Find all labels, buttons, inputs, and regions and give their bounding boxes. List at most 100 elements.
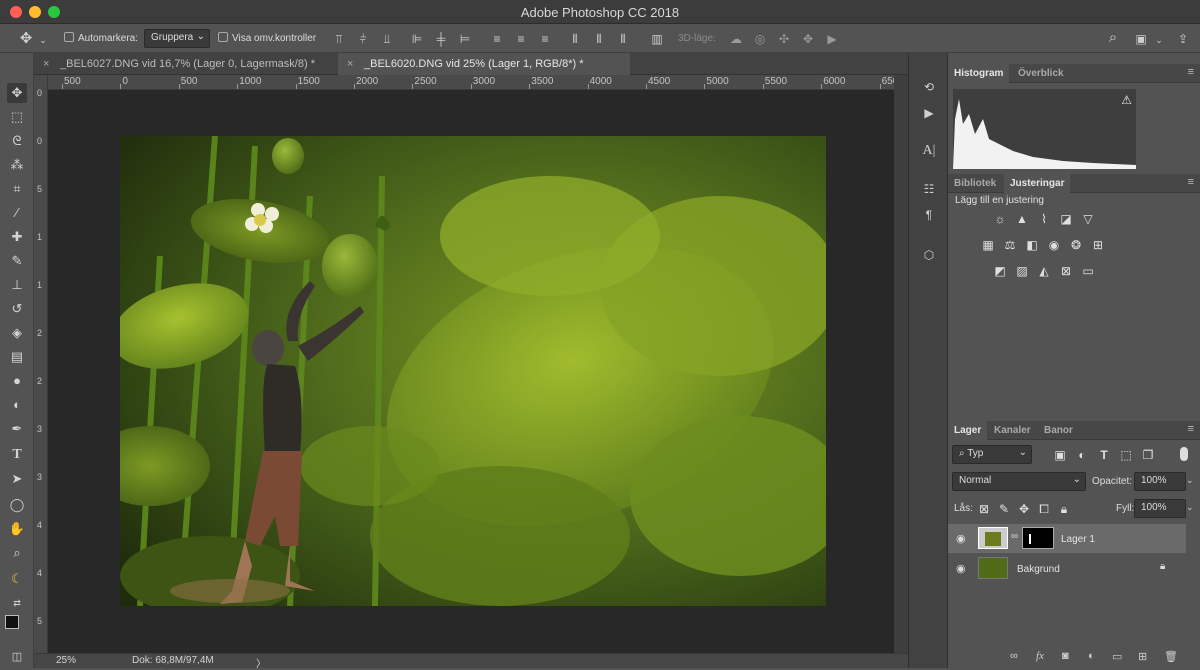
filter-smart-icon[interactable]: ❐: [1140, 447, 1156, 463]
dodge-tool-icon[interactable]: ◐: [7, 395, 27, 415]
share-icon[interactable]: ⇪: [1174, 31, 1192, 47]
chevron-down-icon[interactable]: ⌄: [1186, 475, 1194, 486]
chevron-down-icon[interactable]: ⌄: [1154, 32, 1164, 48]
invert-icon[interactable]: ◩: [992, 263, 1008, 279]
chevron-down-icon[interactable]: ⌄: [38, 32, 48, 48]
new-layer-icon[interactable]: ⊞: [1138, 650, 1147, 663]
eye-icon[interactable]: ◉: [956, 532, 966, 545]
move-tool-icon[interactable]: ✥: [7, 83, 27, 103]
hand-tool-icon[interactable]: ✋: [7, 519, 27, 539]
filter-toggle[interactable]: [1180, 447, 1188, 461]
align-right-icon[interactable]: ⊨: [458, 31, 472, 47]
distribute-bottom-icon[interactable]: ≡: [538, 31, 552, 47]
lock-position-icon[interactable]: ✥: [1016, 501, 1032, 517]
lock-all-icon[interactable]: 🔒︎: [1056, 501, 1072, 517]
distribute-right-icon[interactable]: ⦀: [616, 31, 630, 47]
align-hcenter-icon[interactable]: ╪: [434, 31, 448, 47]
properties-icon[interactable]: ☷: [921, 181, 937, 197]
add-mask-icon[interactable]: ◙: [1062, 650, 1069, 662]
align-bottom-icon[interactable]: ⫫: [380, 31, 394, 47]
paragraph-icon[interactable]: ¶: [921, 207, 937, 223]
lock-transparent-icon[interactable]: ⊠: [976, 501, 992, 517]
fill-input[interactable]: 100%: [1134, 499, 1186, 518]
move-tool-icon[interactable]: ✥: [16, 31, 36, 47]
lock-artboard-icon[interactable]: ⧠: [1036, 501, 1052, 517]
eye-icon[interactable]: ◉: [956, 562, 966, 575]
search-icon[interactable]: ⌕: [1104, 30, 1122, 46]
swap-colors-icon[interactable]: ⇄: [7, 593, 27, 613]
warning-icon[interactable]: ⚠: [1121, 93, 1132, 107]
filter-adjust-icon[interactable]: ◐: [1074, 447, 1090, 463]
crop-tool-icon[interactable]: ⌗: [7, 179, 27, 199]
vibrance-icon[interactable]: ▽: [1080, 211, 1096, 227]
tab-lager[interactable]: Lager: [948, 421, 988, 440]
character-icon[interactable]: A|: [921, 143, 937, 159]
zoom-level[interactable]: 25%: [56, 655, 76, 666]
drag-3d-icon[interactable]: ✣: [776, 31, 792, 47]
black-white-icon[interactable]: ◧: [1024, 237, 1040, 253]
3d-cube-icon[interactable]: ⬡: [921, 247, 937, 263]
gradient-map-icon[interactable]: ▭: [1080, 263, 1096, 279]
chain-link-icon[interactable]: ∞: [1011, 531, 1018, 542]
threshold-icon[interactable]: ◭: [1036, 263, 1052, 279]
tab-banor[interactable]: Banor: [1038, 421, 1079, 440]
tab-bel6020[interactable]: × _BEL6020.DNG vid 25% (Lager 1, RGB/8*)…: [338, 53, 630, 75]
scale-3d-icon[interactable]: ▶: [824, 31, 840, 47]
quick-mask-icon[interactable]: ◫: [7, 647, 27, 667]
tab-bibliotek[interactable]: Bibliotek: [948, 174, 1002, 193]
auto-align-icon[interactable]: ▥: [650, 31, 664, 47]
exposure-icon[interactable]: ◪: [1058, 211, 1074, 227]
document-image[interactable]: [120, 136, 826, 606]
opacity-input[interactable]: 100%: [1134, 472, 1186, 491]
slide-3d-icon[interactable]: ✥: [800, 31, 816, 47]
magic-wand-tool-icon[interactable]: ⁂: [7, 155, 27, 175]
close-icon[interactable]: ×: [347, 53, 353, 75]
healing-brush-tool-icon[interactable]: ✚: [7, 227, 27, 247]
levels-icon[interactable]: ▲: [1014, 211, 1030, 227]
panel-menu-icon[interactable]: ≡: [1188, 66, 1194, 78]
marquee-tool-icon[interactable]: ⬚: [7, 107, 27, 127]
brush-tool-icon[interactable]: ✎: [7, 251, 27, 271]
tab-bel6027[interactable]: × _BEL6027.DNG vid 16,7% (Lager 0, Lager…: [34, 53, 338, 75]
visa-checkbox[interactable]: Visa omv.kontroller: [218, 30, 316, 47]
clone-stamp-tool-icon[interactable]: ⊥: [7, 275, 27, 295]
lock-image-icon[interactable]: ✎: [996, 501, 1012, 517]
eraser-tool-icon[interactable]: ◈: [7, 323, 27, 343]
orbit-3d-icon[interactable]: ☁: [728, 31, 744, 47]
ellipse-tool-icon[interactable]: ◯: [7, 495, 27, 515]
layer-filter-select[interactable]: ⌕ Typ ⌄: [952, 445, 1032, 464]
history-icon[interactable]: ⟲: [921, 79, 937, 95]
tab-kanaler[interactable]: Kanaler: [988, 421, 1037, 440]
distribute-left-icon[interactable]: ⦀: [568, 31, 582, 47]
curves-icon[interactable]: ⌇: [1036, 211, 1052, 227]
tab-justeringar[interactable]: Justeringar: [1004, 174, 1071, 193]
new-adjustment-icon[interactable]: ◐: [1088, 650, 1095, 662]
pen-tool-icon[interactable]: ✒: [7, 419, 27, 439]
workspace-icon[interactable]: ▣: [1132, 31, 1150, 47]
align-vcenter-icon[interactable]: ⫩: [356, 31, 370, 47]
align-left-icon[interactable]: ⊫: [410, 31, 424, 47]
distribute-top-icon[interactable]: ≡: [490, 31, 504, 47]
close-icon[interactable]: ×: [43, 53, 49, 75]
filter-type-icon[interactable]: T: [1096, 447, 1112, 463]
trash-icon[interactable]: 🗑︎: [1164, 650, 1178, 663]
banana-icon[interactable]: ☾: [7, 569, 27, 589]
blur-tool-icon[interactable]: ●: [7, 371, 27, 391]
foreground-color-swatch[interactable]: [5, 615, 19, 629]
filter-pixel-icon[interactable]: ▣: [1052, 447, 1068, 463]
blend-mode-select[interactable]: Normal ⌄: [952, 472, 1086, 491]
history-brush-tool-icon[interactable]: ↺: [7, 299, 27, 319]
align-top-icon[interactable]: ⫪: [332, 31, 346, 47]
photo-filter-icon[interactable]: ◉: [1046, 237, 1062, 253]
chevron-down-icon[interactable]: ⌄: [1186, 502, 1194, 513]
eyedropper-tool-icon[interactable]: ⁄: [7, 203, 27, 223]
actions-play-icon[interactable]: ▶: [921, 105, 937, 121]
path-selection-tool-icon[interactable]: ➤: [7, 469, 27, 489]
distribute-vcenter-icon[interactable]: ≡: [514, 31, 528, 47]
selective-color-icon[interactable]: ⊠: [1058, 263, 1074, 279]
fx-icon[interactable]: fx: [1036, 650, 1044, 662]
new-group-icon[interactable]: ▭: [1112, 650, 1122, 663]
automarkera-checkbox[interactable]: Automarkera:: [64, 30, 138, 47]
type-tool-icon[interactable]: T: [7, 445, 27, 465]
panel-menu-icon[interactable]: ≡: [1188, 423, 1194, 435]
